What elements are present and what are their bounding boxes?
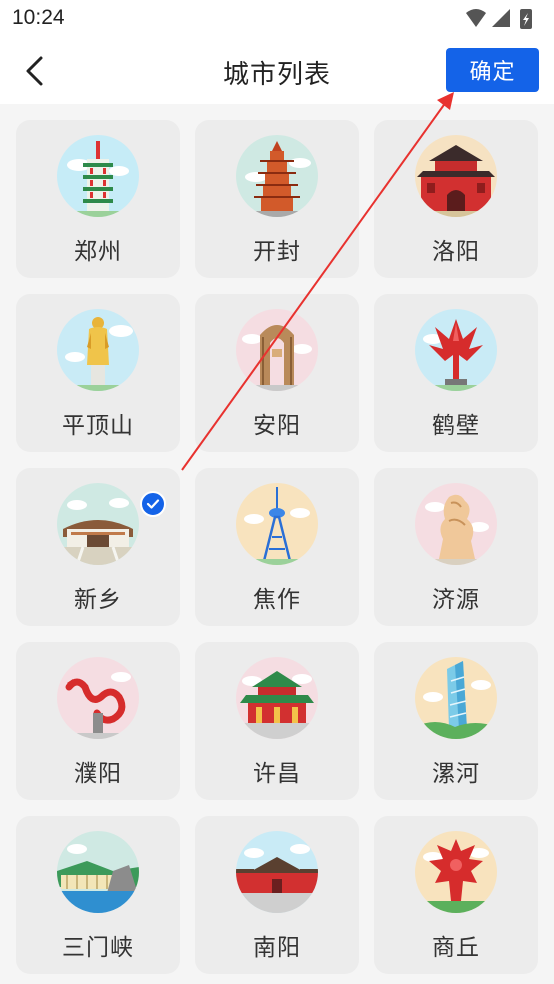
city-name: 濮阳: [74, 761, 122, 787]
city-name: 许昌: [253, 761, 301, 787]
city-name: 洛阳: [432, 239, 480, 265]
city-name: 郑州: [74, 239, 122, 265]
city-name: 开封: [253, 239, 301, 265]
city-card[interactable]: 郑州: [16, 120, 180, 278]
city-grid: 郑州 开封 洛阳 平顶山 安阳 鹤壁 新乡 焦作 济源 濮阳 许昌 漯河 三门峡…: [0, 104, 554, 984]
tv-tower-icon: [236, 483, 318, 565]
red-crane-sculpture-icon: [415, 309, 497, 391]
city-card[interactable]: 平顶山: [16, 294, 180, 452]
city-name: 南阳: [253, 935, 301, 961]
city-name: 安阳: [253, 413, 301, 439]
city-card[interactable]: 漯河: [374, 642, 538, 800]
skyscraper-icon: [415, 657, 497, 739]
status-time: 10:24: [12, 6, 65, 29]
iron-pagoda-icon: [236, 135, 318, 217]
city-name: 三门峡: [62, 935, 134, 961]
city-name: 漯河: [432, 761, 480, 787]
stone-arch-monument-icon: [236, 309, 318, 391]
city-card[interactable]: 南阳: [195, 816, 359, 974]
city-name: 济源: [432, 587, 480, 613]
city-card[interactable]: 济源: [374, 468, 538, 626]
stadium-plaza-icon: [57, 483, 139, 565]
city-name: 鹤壁: [432, 413, 480, 439]
city-card[interactable]: 三门峡: [16, 816, 180, 974]
pavilion-icon: [236, 657, 318, 739]
twin-tower-pagoda-icon: [57, 135, 139, 217]
city-name: 新乡: [74, 587, 122, 613]
city-name: 商丘: [432, 935, 480, 961]
status-bar: 10:24: [0, 0, 554, 38]
city-card[interactable]: 安阳: [195, 294, 359, 452]
signal-icon: [492, 9, 510, 27]
city-card[interactable]: 开封: [195, 120, 359, 278]
golden-buddha-statue-icon: [57, 309, 139, 391]
selected-check-icon: [140, 491, 166, 517]
city-card[interactable]: 商丘: [374, 816, 538, 974]
city-card[interactable]: 焦作: [195, 468, 359, 626]
red-city-gate-icon: [415, 135, 497, 217]
city-card[interactable]: 许昌: [195, 642, 359, 800]
wifi-icon: [466, 9, 486, 27]
dragon-sculpture-icon: [415, 483, 497, 565]
red-totem-sculpture-icon: [415, 831, 497, 913]
ancient-hall-icon: [236, 831, 318, 913]
dam-landscape-icon: [57, 831, 139, 913]
app-bar: 城市列表 确定: [0, 38, 554, 104]
red-dragon-sculpture-icon: [57, 657, 139, 739]
status-icons: [466, 9, 532, 29]
city-card[interactable]: 鹤壁: [374, 294, 538, 452]
city-name: 平顶山: [62, 413, 134, 439]
city-card[interactable]: 新乡: [16, 468, 180, 626]
confirm-button[interactable]: 确定: [446, 48, 539, 92]
city-card[interactable]: 濮阳: [16, 642, 180, 800]
city-name: 焦作: [253, 587, 301, 613]
city-card[interactable]: 洛阳: [374, 120, 538, 278]
